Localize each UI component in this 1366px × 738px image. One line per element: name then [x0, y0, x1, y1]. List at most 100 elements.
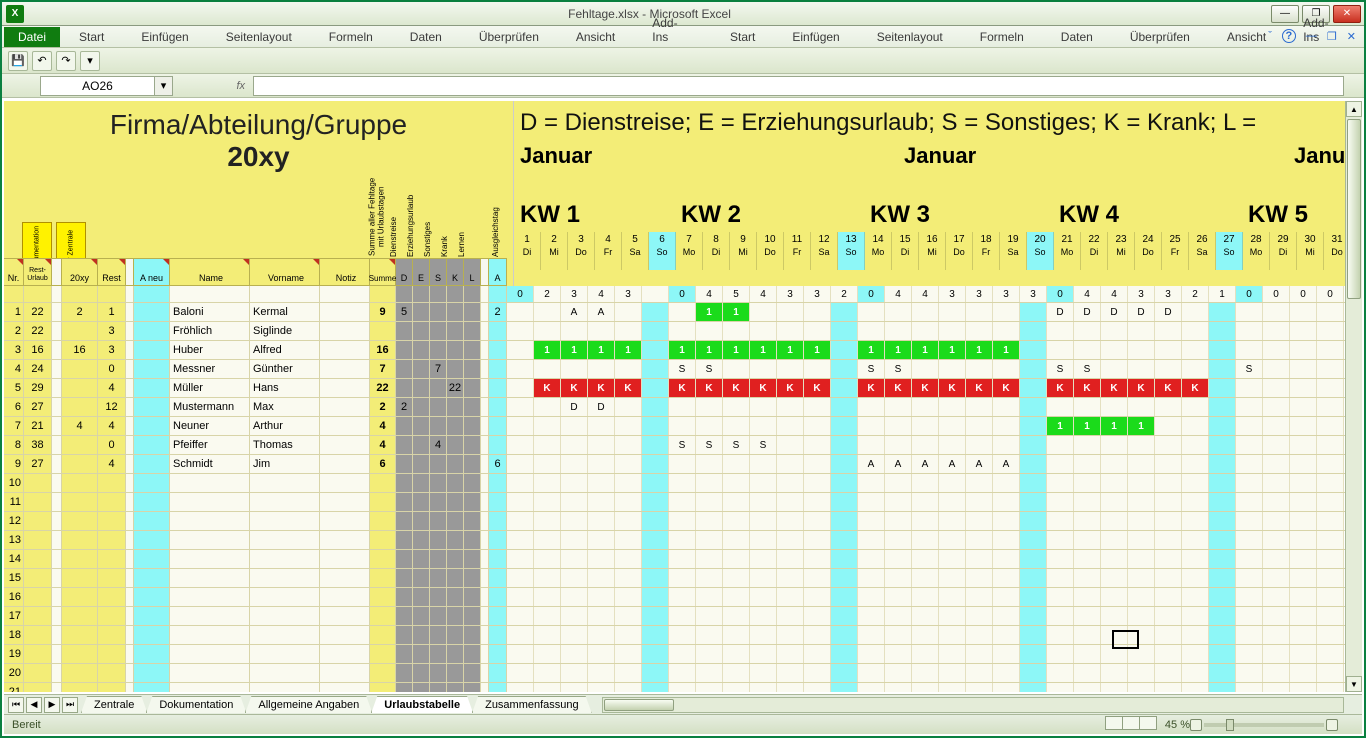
sum-cell[interactable]: 0	[1236, 286, 1263, 302]
day-cell[interactable]	[912, 626, 939, 644]
day-cell[interactable]	[723, 474, 750, 492]
day-cell[interactable]	[939, 664, 966, 682]
data-grid[interactable]: 02343045433204433330443321000012221Balon…	[4, 286, 1362, 692]
day-cell[interactable]: K	[1155, 379, 1182, 397]
cell[interactable]	[24, 664, 52, 682]
day-cell[interactable]	[1236, 379, 1263, 397]
cell[interactable]: 10	[4, 474, 24, 492]
cell[interactable]: 22	[24, 303, 52, 321]
cell[interactable]	[4, 286, 24, 302]
day-cell[interactable]	[804, 455, 831, 473]
day-cell[interactable]	[804, 664, 831, 682]
day-cell[interactable]	[1020, 303, 1047, 321]
day-cell[interactable]	[1263, 360, 1290, 378]
cell[interactable]	[320, 417, 370, 435]
day-cell[interactable]	[1020, 493, 1047, 511]
day-cell[interactable]	[1074, 455, 1101, 473]
redo-icon[interactable]: ↷	[56, 51, 76, 71]
day-cell[interactable]: K	[723, 379, 750, 397]
cell[interactable]	[170, 512, 250, 530]
cell[interactable]: 2	[370, 398, 396, 416]
cell[interactable]	[447, 645, 464, 663]
day-cell[interactable]	[507, 683, 534, 692]
cell[interactable]	[481, 360, 489, 378]
day-cell[interactable]: K	[1047, 379, 1074, 397]
ribbon-tab-seitenlayout[interactable]: Seitenlayout	[859, 27, 961, 47]
sum-cell[interactable]: 2	[534, 286, 561, 302]
cell[interactable]	[134, 588, 170, 606]
day-cell[interactable]	[615, 569, 642, 587]
day-cell[interactable]	[561, 664, 588, 682]
day-cell[interactable]	[534, 512, 561, 530]
day-cell[interactable]: 1	[912, 341, 939, 359]
cell[interactable]	[447, 286, 464, 302]
day-cell[interactable]: D	[1047, 303, 1074, 321]
day-cell[interactable]	[1020, 664, 1047, 682]
day-cell[interactable]	[939, 569, 966, 587]
sum-cell[interactable]: 0	[669, 286, 696, 302]
day-cell[interactable]	[966, 417, 993, 435]
day-cell[interactable]: 1	[804, 341, 831, 359]
cell[interactable]	[52, 569, 62, 587]
day-cell[interactable]: A	[885, 455, 912, 473]
day-cell[interactable]	[777, 455, 804, 473]
page-break-view-icon[interactable]	[1139, 716, 1157, 730]
day-cell[interactable]	[1290, 664, 1317, 682]
day-cell[interactable]	[1290, 531, 1317, 549]
day-cell[interactable]	[1128, 626, 1155, 644]
sum-cell[interactable]: 3	[1155, 286, 1182, 302]
sum-cell[interactable]: 2	[1182, 286, 1209, 302]
sheet-tab-dokumentation[interactable]: Dokumentation	[146, 696, 246, 713]
day-cell[interactable]	[993, 360, 1020, 378]
cell[interactable]	[62, 322, 98, 340]
cell[interactable]	[489, 683, 507, 692]
cell[interactable]	[170, 588, 250, 606]
cell[interactable]	[52, 303, 62, 321]
cell[interactable]	[430, 569, 447, 587]
day-cell[interactable]	[1155, 417, 1182, 435]
cell[interactable]	[447, 588, 464, 606]
day-cell[interactable]	[885, 607, 912, 625]
day-cell[interactable]	[1101, 493, 1128, 511]
day-cell[interactable]	[642, 322, 669, 340]
day-cell[interactable]	[858, 493, 885, 511]
day-cell[interactable]	[642, 569, 669, 587]
day-cell[interactable]	[777, 303, 804, 321]
day-cell[interactable]	[507, 493, 534, 511]
cell[interactable]	[447, 531, 464, 549]
sum-cell[interactable]: 4	[1074, 286, 1101, 302]
day-cell[interactable]	[858, 303, 885, 321]
day-cell[interactable]	[912, 531, 939, 549]
day-cell[interactable]	[912, 360, 939, 378]
cell[interactable]: 12	[4, 512, 24, 530]
day-cell[interactable]	[588, 683, 615, 692]
day-cell[interactable]	[615, 607, 642, 625]
day-cell[interactable]	[1155, 360, 1182, 378]
cell[interactable]: 8	[4, 436, 24, 454]
day-cell[interactable]	[993, 683, 1020, 692]
cell[interactable]: 16	[62, 341, 98, 359]
day-cell[interactable]	[507, 436, 534, 454]
day-cell[interactable]	[966, 531, 993, 549]
day-cell[interactable]	[912, 322, 939, 340]
sum-cell[interactable]: 3	[966, 286, 993, 302]
cell[interactable]	[320, 588, 370, 606]
day-cell[interactable]	[912, 683, 939, 692]
cell[interactable]	[481, 493, 489, 511]
zoom-level[interactable]: 45 %	[1165, 719, 1190, 731]
cell[interactable]: 4	[98, 379, 126, 397]
day-cell[interactable]	[1209, 322, 1236, 340]
cell[interactable]	[489, 645, 507, 663]
cell[interactable]	[396, 360, 413, 378]
cell[interactable]	[481, 664, 489, 682]
cell[interactable]	[430, 303, 447, 321]
day-cell[interactable]	[1263, 474, 1290, 492]
sum-cell[interactable]: 3	[561, 286, 588, 302]
day-cell[interactable]	[885, 303, 912, 321]
cell[interactable]: 20	[4, 664, 24, 682]
cell[interactable]	[126, 360, 134, 378]
cell[interactable]	[464, 455, 481, 473]
day-cell[interactable]	[534, 455, 561, 473]
day-cell[interactable]	[885, 645, 912, 663]
cell[interactable]	[98, 531, 126, 549]
